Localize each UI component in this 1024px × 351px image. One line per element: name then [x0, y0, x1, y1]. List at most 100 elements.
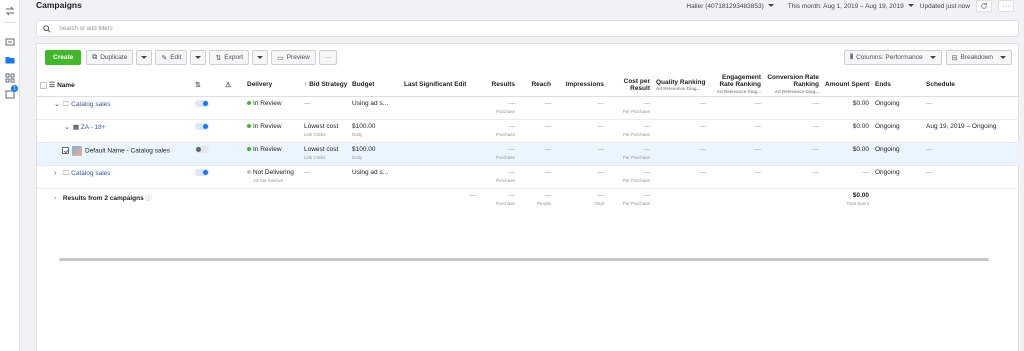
- toolbar: Create ⧉ Duplicate ✎ Edit ⇅ Export ▭ Pre…: [45, 50, 338, 65]
- edit-dropdown[interactable]: [190, 50, 207, 65]
- search-input[interactable]: [59, 25, 459, 32]
- table-row[interactable]: Default Name - Catalog sales In Review L…: [37, 142, 1020, 166]
- col-quality-ranking[interactable]: Quality Ranking Ad Relevance Diag...: [653, 74, 709, 97]
- table-row[interactable]: › 🗀 Catalog sales Not Delivering Ad Set I…: [37, 165, 1020, 189]
- horizontal-scrollbar[interactable]: [59, 258, 989, 261]
- updated-status: Updated just now: [919, 2, 970, 10]
- ad-name[interactable]: Default Name - Catalog sales: [85, 147, 170, 154]
- col-conversion-sub: Ad Relevance Diag...: [774, 89, 819, 95]
- breakdown-button[interactable]: ⊟ Breakdown: [945, 50, 1012, 65]
- account-overview-icon[interactable]: [4, 36, 16, 48]
- summary-label: Results from 2 campaigns: [62, 194, 144, 202]
- switch-icon[interactable]: [4, 5, 16, 17]
- cell-warning: [222, 96, 244, 120]
- col-engagement-label: Engagement Rate Ranking: [719, 74, 761, 89]
- campaign-name-link[interactable]: Catalog sales: [71, 101, 110, 108]
- cell-summary-cost: — Per Purchase: [607, 188, 653, 206]
- col-amount-spent[interactable]: Amount Spent: [822, 74, 872, 97]
- results-sub: Purchase: [495, 131, 515, 137]
- bid-value: Lowest cost: [304, 122, 339, 130]
- budget-sub: Daily: [352, 154, 363, 160]
- on-off-toggle[interactable]: [195, 168, 209, 176]
- columns-button[interactable]: ⫴ Columns: Performance: [844, 50, 942, 65]
- col-name[interactable]: ☰ Name: [37, 74, 192, 97]
- preview-button[interactable]: ▭ Preview: [271, 50, 316, 65]
- on-off-toggle[interactable]: [195, 145, 209, 153]
- cell-summary-empty: [653, 188, 709, 206]
- campaign-name-link[interactable]: Catalog sales: [71, 170, 110, 177]
- cell-schedule: Aug 19, 2019 – Ongoing: [923, 119, 1020, 143]
- ad-sets-grid-icon[interactable]: [4, 72, 16, 84]
- cell-bid: Lowest cost Link Clicks: [301, 119, 349, 143]
- summary-impressions-sub: Total: [594, 200, 604, 206]
- col-ends[interactable]: Ends: [872, 74, 923, 97]
- chevron-down-icon[interactable]: ⌄: [64, 123, 71, 131]
- on-off-toggle[interactable]: [195, 99, 209, 107]
- export-button[interactable]: ⇅ Export: [209, 50, 250, 65]
- chevron-right-icon[interactable]: ›: [54, 195, 61, 202]
- info-icon[interactable]: ⓘ: [146, 195, 153, 202]
- more-options-button[interactable]: ···: [998, 0, 1014, 12]
- refresh-button[interactable]: [976, 0, 992, 12]
- cost-value: —: [643, 168, 651, 176]
- toolbar-more-button[interactable]: ···: [318, 50, 338, 65]
- duplicate-button[interactable]: ⧉ Duplicate: [86, 50, 134, 65]
- cell-schedule: —: [923, 96, 1020, 120]
- cell-warning: [222, 142, 244, 166]
- table-row[interactable]: ⌄ ▦ ZA - 18+ In Review Lowest cost Link C…: [37, 119, 1020, 143]
- col-engagement-ranking[interactable]: Engagement Rate Ranking Ad Relevance Diag…: [709, 74, 764, 97]
- table-header-row: ☰ Name ⇅ ⚠ Delivery ↑ Bid Strategy Budget…: [37, 74, 1020, 97]
- campaigns-folder-icon[interactable]: [4, 54, 16, 66]
- account-name: Haller (407181293483853): [686, 2, 764, 10]
- col-quality-label: Quality Ranking: [656, 78, 706, 86]
- col-onoff-sort[interactable]: ⇅: [192, 74, 222, 97]
- col-warning: ⚠: [222, 74, 244, 97]
- cell-ends: Ongoing: [872, 119, 923, 143]
- ad-thumbnail: [72, 145, 82, 156]
- columns-label: Columns: Performance: [856, 54, 923, 61]
- col-delivery[interactable]: Delivery: [244, 74, 301, 97]
- col-last-edit[interactable]: Last Significant Edit: [401, 74, 479, 97]
- chevron-down-icon[interactable]: ⌄: [54, 100, 61, 108]
- col-conversion-ranking[interactable]: Conversion Rate Ranking Ad Relevance Diag…: [764, 74, 822, 97]
- cell-name: Default Name - Catalog sales: [37, 142, 192, 166]
- on-off-toggle[interactable]: [195, 122, 209, 130]
- col-budget[interactable]: Budget: [349, 74, 401, 97]
- ads-icon[interactable]: 1: [4, 85, 18, 100]
- col-schedule[interactable]: Schedule: [923, 74, 1020, 97]
- cell-delivery: Not Delivering Ad Set Inactive: [244, 165, 301, 189]
- date-range-picker[interactable]: This month: Aug 1, 2019 – Aug 19, 2019: [788, 3, 914, 10]
- duplicate-dropdown[interactable]: [136, 50, 153, 65]
- export-dropdown[interactable]: [252, 50, 269, 65]
- summary-reach-sub: People: [536, 200, 551, 206]
- col-bid-strategy[interactable]: ↑ Bid Strategy: [301, 74, 349, 97]
- cell-toggle: [192, 165, 222, 189]
- cell-cost: — Per Purchase: [607, 165, 653, 189]
- account-selector[interactable]: Haller (407181293483853): [686, 2, 774, 10]
- create-button[interactable]: Create: [45, 50, 82, 65]
- cell-reach: —: [518, 165, 554, 189]
- summary-spent-sub: Total Spent: [846, 200, 869, 206]
- cell-impressions: —: [554, 96, 607, 120]
- cell-ends: Ongoing: [872, 142, 923, 166]
- cell-impressions: —: [554, 142, 607, 166]
- col-cost-per-result[interactable]: Cost per Result: [607, 74, 653, 97]
- cell-ends: Ongoing: [872, 96, 923, 120]
- ad-set-name-link[interactable]: ZA - 18+: [81, 124, 106, 131]
- chevron-right-icon[interactable]: ›: [54, 170, 61, 177]
- cell-summary-results: — Purchase: [479, 188, 518, 206]
- sort-icon: ☰: [48, 81, 56, 89]
- table-row[interactable]: ⌄ 🗀 Catalog sales In Review — Using ad s…: [37, 96, 1020, 120]
- col-reach[interactable]: Reach: [518, 74, 554, 97]
- cell-summary-empty: [923, 188, 1020, 206]
- col-impressions[interactable]: Impressions: [554, 74, 607, 97]
- row-checkbox[interactable]: [62, 147, 69, 154]
- cell-quality: —: [653, 96, 709, 120]
- delivery-sub: Ad Set Inactive: [253, 177, 284, 183]
- select-all-checkbox[interactable]: [40, 81, 47, 89]
- edit-button[interactable]: ✎ Edit: [155, 50, 188, 65]
- col-results[interactable]: Results: [479, 74, 518, 97]
- summary-cost-value: —: [643, 191, 651, 199]
- duplicate-label: Duplicate: [100, 54, 128, 61]
- columns-icon: ⫴: [850, 53, 854, 61]
